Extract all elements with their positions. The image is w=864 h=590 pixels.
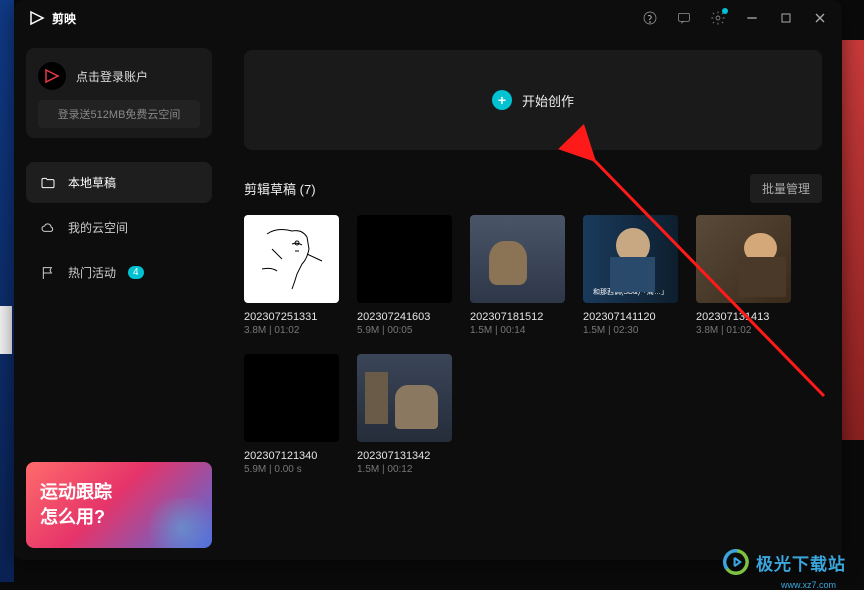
minimize-icon[interactable]: [744, 10, 760, 26]
draft-thumbnail: [470, 215, 565, 303]
nav-label: 热门活动: [68, 264, 116, 281]
promo-banner[interactable]: 运动跟踪 怎么用?: [26, 462, 212, 548]
nav-cloud-space[interactable]: 我的云空间: [26, 207, 212, 248]
promo-line1: 运动跟踪: [40, 480, 198, 505]
titlebar: 剪映: [14, 0, 842, 36]
draft-name: 202307181512: [470, 311, 565, 323]
login-avatar-icon: [38, 62, 66, 90]
draft-card[interactable]: 202307121340 5.9M | 0.00 s: [244, 354, 339, 475]
drafts-title: 剪辑草稿 (7): [244, 179, 316, 198]
watermark-text: 极光下载站: [756, 550, 846, 575]
draft-card[interactable]: 202307241603 5.9M | 00:05: [357, 215, 452, 336]
folder-icon: [40, 175, 56, 191]
watermark: 极光下载站: [722, 548, 846, 576]
draft-meta: 1.5M | 00:14: [470, 325, 565, 336]
create-button[interactable]: + 开始创作: [244, 50, 822, 150]
drafts-grid: 202307251331 3.8M | 01:02 202307241603 5…: [244, 215, 822, 475]
app-name: 剪映: [52, 10, 76, 27]
draft-card[interactable]: 202307251331 3.8M | 01:02: [244, 215, 339, 336]
draft-thumbnail: [244, 215, 339, 303]
window-controls: [642, 10, 828, 26]
app-logo-icon: [28, 9, 46, 27]
help-icon[interactable]: [642, 10, 658, 26]
app-window: 剪映 点击登录账户 登录送512MB免费云空间: [14, 0, 842, 560]
draft-name: 202307141120: [583, 311, 678, 323]
nav-label: 我的云空间: [68, 219, 128, 236]
maximize-icon[interactable]: [778, 10, 794, 26]
feedback-icon[interactable]: [676, 10, 692, 26]
draft-meta: 3.8M | 01:02: [244, 325, 339, 336]
nav: 本地草稿 我的云空间 热门活动 4: [26, 162, 212, 293]
draft-name: 202307241603: [357, 311, 452, 323]
draft-meta: 3.8M | 01:02: [696, 325, 791, 336]
draft-thumbnail: 和那茜调(SD&)「周…」: [583, 215, 678, 303]
settings-icon[interactable]: [710, 10, 726, 26]
draft-card[interactable]: 和那茜调(SD&)「周…」 202307141120 1.5M | 02:30: [583, 215, 678, 336]
login-subtext: 登录送512MB免费云空间: [38, 100, 200, 128]
draft-thumbnail: [357, 354, 452, 442]
login-card[interactable]: 点击登录账户 登录送512MB免费云空间: [26, 48, 212, 138]
create-label: 开始创作: [522, 91, 574, 110]
drafts-header: 剪辑草稿 (7) 批量管理: [244, 174, 822, 203]
cloud-icon: [40, 220, 56, 236]
draft-card[interactable]: 202307131342 1.5M | 00:12: [357, 354, 452, 475]
draft-card[interactable]: 202307131413 3.8M | 01:02: [696, 215, 791, 336]
draft-name: 202307131342: [357, 450, 452, 462]
sidebar: 点击登录账户 登录送512MB免费云空间 本地草稿 我的云空间 热门活动 4: [14, 36, 224, 560]
login-prompt: 点击登录账户: [76, 68, 148, 85]
draft-thumbnail: [244, 354, 339, 442]
plus-icon: +: [492, 90, 512, 110]
draft-meta: 1.5M | 02:30: [583, 325, 678, 336]
draft-name: 202307251331: [244, 311, 339, 323]
draft-name: 202307131413: [696, 311, 791, 323]
nav-activities[interactable]: 热门活动 4: [26, 252, 212, 293]
promo-line2: 怎么用?: [40, 505, 198, 530]
watermark-logo-icon: [722, 548, 750, 576]
draft-meta: 5.9M | 0.00 s: [244, 464, 339, 475]
draft-meta: 1.5M | 00:12: [357, 464, 452, 475]
batch-manage-button[interactable]: 批量管理: [750, 174, 822, 203]
draft-name: 202307121340: [244, 450, 339, 462]
app-logo: 剪映: [28, 9, 76, 27]
draft-card[interactable]: 202307181512 1.5M | 00:14: [470, 215, 565, 336]
content-area: + 开始创作 剪辑草稿 (7) 批量管理: [224, 36, 842, 560]
draft-thumbnail: [357, 215, 452, 303]
flag-icon: [40, 265, 56, 281]
draft-thumbnail: [696, 215, 791, 303]
close-icon[interactable]: [812, 10, 828, 26]
draft-meta: 5.9M | 00:05: [357, 325, 452, 336]
nav-label: 本地草稿: [68, 174, 116, 191]
nav-local-drafts[interactable]: 本地草稿: [26, 162, 212, 203]
activity-badge: 4: [128, 266, 144, 279]
